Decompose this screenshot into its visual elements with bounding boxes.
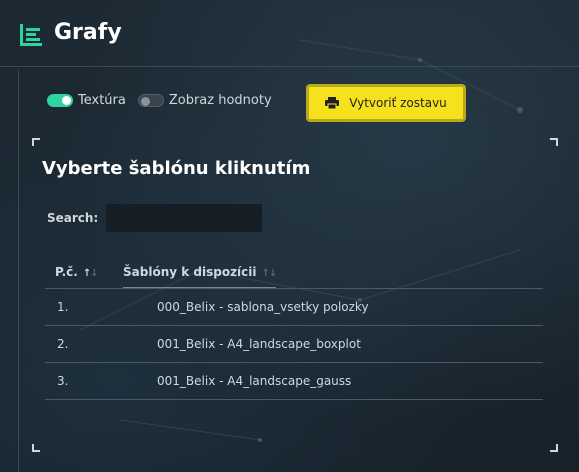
search-label: Search:: [47, 211, 99, 225]
create-report-button[interactable]: Vytvoriť zostavu: [306, 84, 466, 122]
create-report-label: Vytvoriť zostavu: [349, 96, 447, 110]
search-input[interactable]: [106, 204, 262, 232]
app-title: Grafy: [54, 20, 122, 45]
corner-bottom-right: [550, 444, 558, 452]
table-row[interactable]: 2. 001_Belix - A4_landscape_boxplot: [45, 325, 543, 363]
sort-icon: ↑↓: [261, 268, 278, 279]
toggle-row: Textúra Zobraz hodnoty: [47, 92, 272, 108]
table-row[interactable]: 3. 001_Belix - A4_landscape_gauss: [45, 362, 543, 400]
templates-table: P.č. ↑↓ Šablóny k dispozícii ↑↓ 1. 000_Bel…: [45, 256, 543, 400]
row-number: 1.: [45, 288, 123, 326]
texture-toggle-label: Textúra: [78, 92, 126, 108]
template-name[interactable]: 001_Belix - A4_landscape_gauss: [123, 362, 543, 400]
corner-top-right: [550, 138, 558, 146]
sort-icon: ↑↓: [82, 268, 99, 279]
show-values-toggle-label: Zobraz hodnoty: [168, 92, 272, 108]
table-header-row: P.č. ↑↓ Šablóny k dispozícii ↑↓: [45, 256, 543, 289]
texture-toggle[interactable]: [47, 93, 73, 107]
card-title: Vyberte šablónu kliknutím: [42, 158, 311, 179]
corner-bottom-left: [32, 444, 40, 452]
show-values-toggle[interactable]: [137, 93, 164, 107]
table-row[interactable]: 1. 000_Belix - sablona_vsetky polozky: [45, 288, 543, 326]
column-header-templates[interactable]: Šablóny k dispozícii ↑↓: [123, 256, 543, 289]
printer-icon: [325, 97, 340, 109]
corner-top-left: [32, 138, 40, 146]
template-name[interactable]: 000_Belix - sablona_vsetky polozky: [123, 288, 543, 326]
app-header: Grafy: [0, 0, 579, 67]
chart-list-icon: [20, 24, 42, 46]
column-header-number[interactable]: P.č. ↑↓: [45, 256, 123, 289]
row-number: 3.: [45, 362, 123, 400]
row-number: 2.: [45, 325, 123, 363]
template-name[interactable]: 001_Belix - A4_landscape_boxplot: [123, 325, 543, 363]
